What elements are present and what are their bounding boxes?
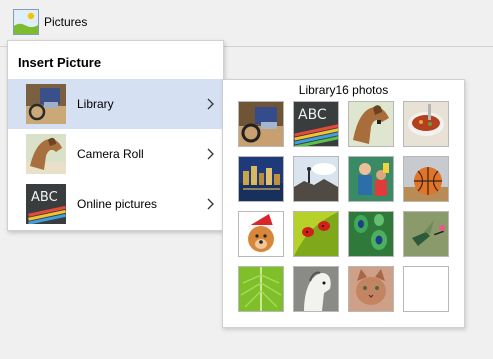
motorcycle-thumb-icon	[26, 84, 66, 124]
photo-tile[interactable]	[238, 101, 284, 147]
green-leaf-photo-icon	[239, 267, 283, 311]
pictures-button[interactable]: Pictures	[13, 7, 87, 37]
svg-text:ABC: ABC	[298, 107, 327, 123]
chevron-right-icon	[207, 148, 214, 160]
pictures-label: Pictures	[44, 15, 88, 29]
cat-photo-icon	[349, 267, 393, 311]
peacock-feathers-photo-icon	[349, 212, 393, 256]
insert-picture-menu: Insert Picture Library Camera Roll ABC O…	[7, 40, 224, 231]
menu-item-library[interactable]: Library	[8, 79, 223, 129]
menu-item-label: Camera Roll	[77, 147, 144, 161]
rocks-sky-photo-icon	[294, 157, 338, 201]
menu-item-online-pictures[interactable]: ABC Online pictures	[8, 179, 223, 229]
white-horse-photo-icon	[294, 267, 338, 311]
photo-tile[interactable]	[238, 266, 284, 312]
photo-tile[interactable]	[238, 156, 284, 202]
photo-grid: ABC	[238, 101, 449, 312]
children-photo-icon	[349, 157, 393, 201]
photo-tile[interactable]	[293, 266, 339, 312]
motorcycle-photo-icon	[239, 102, 283, 146]
photo-tile[interactable]: ABC	[293, 101, 339, 147]
soup-bowl-photo-icon	[404, 102, 448, 146]
photo-tile[interactable]	[293, 156, 339, 202]
chevron-right-icon	[207, 98, 214, 110]
menu-item-camera-roll[interactable]: Camera Roll	[8, 129, 223, 179]
chevron-right-icon	[207, 198, 214, 210]
abc-chalk-photo-icon: ABC	[294, 102, 338, 146]
menu-title: Insert Picture	[18, 55, 102, 70]
horse-photo-icon	[349, 102, 393, 146]
basketball-photo-icon	[404, 157, 448, 201]
photo-tile[interactable]	[238, 211, 284, 257]
photo-tile[interactable]	[403, 101, 449, 147]
photo-tile[interactable]	[403, 156, 449, 202]
hummingbird-photo-icon	[404, 212, 448, 256]
svg-text:ABC: ABC	[31, 190, 58, 205]
abc-chalk-thumb-icon: ABC	[26, 184, 66, 224]
photo-tile[interactable]	[348, 101, 394, 147]
photo-tile[interactable]	[293, 211, 339, 257]
library-header: Library16 photos	[298, 83, 389, 97]
photo-tile[interactable]	[348, 211, 394, 257]
photo-tile[interactable]	[348, 156, 394, 202]
photo-tile[interactable]	[348, 266, 394, 312]
city-night-photo-icon	[239, 157, 283, 201]
ladybugs-photo-icon	[294, 212, 338, 256]
menu-item-label: Library	[77, 97, 114, 111]
horse-thumb-icon	[26, 134, 66, 174]
dog-santa-hat-photo-icon	[239, 212, 283, 256]
empty-photo-slot[interactable]	[403, 266, 449, 312]
pictures-icon	[13, 9, 39, 35]
photo-tile[interactable]	[403, 211, 449, 257]
library-panel: Library16 photos ABC	[222, 79, 465, 328]
menu-item-label: Online pictures	[77, 197, 158, 211]
